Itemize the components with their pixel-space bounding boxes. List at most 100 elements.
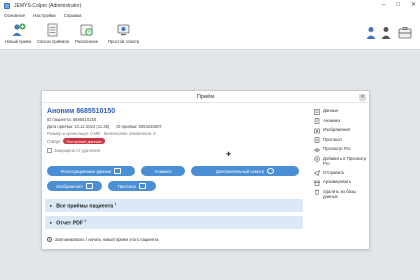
report-pdf-label: Отчет PDF 0	[56, 219, 86, 227]
side-item-archive-label: Архивировать	[323, 179, 351, 184]
schedule-new-visit-link[interactable]: + Запланировать / начать новый приём это…	[47, 237, 158, 242]
side-item-delete-label: Удалить из базы данных	[323, 188, 356, 200]
schedule-new-visit-label: Запланировать / начать новый приём этого…	[55, 237, 159, 242]
side-panel: Данные Анамнез Изображения Протокол Прос…	[314, 108, 370, 203]
toolbar: Новый приём Список приёмов Расписание Пр…	[0, 20, 420, 50]
new-visit-icon	[12, 23, 26, 36]
new-visit-label: Новый приём	[5, 39, 32, 44]
video-call-label: Простой осмотр	[108, 39, 140, 44]
side-item-archive[interactable]: Архивировать	[314, 179, 370, 186]
window-controls: – □ ✕	[382, 0, 416, 11]
delete-icon	[315, 189, 319, 195]
visit-date-id: Дата приёма: 10.12.2024 (11:35) ID приём…	[47, 124, 305, 129]
schedule-icon	[80, 24, 93, 36]
new-visit-button[interactable]: Новый приём	[5, 23, 31, 44]
images-icon	[314, 128, 320, 133]
images-button[interactable]: Изображения	[47, 181, 102, 191]
action-buttons-row-2: Изображения Протокол	[47, 181, 156, 191]
side-item-send-label: Отправить	[323, 169, 345, 175]
all-visits-count: 1	[114, 201, 117, 206]
side-item-add-view-pro[interactable]: Добавить в Просмотр Pro	[314, 156, 370, 167]
side-item-images-label: Изображения	[323, 127, 351, 132]
patient-name: Аноним 8685510150	[47, 108, 116, 115]
report-pdf-count: 0	[84, 218, 87, 223]
window-title: JEMYS-Colpro (Administrator)	[14, 2, 82, 9]
registration-icon	[114, 168, 122, 174]
schedule-button[interactable]: Расписание	[75, 23, 98, 44]
schedule-label: Расписание	[75, 39, 99, 44]
side-item-anamnesis-label: Анамнез	[323, 117, 341, 123]
visit-details: Аноним 8685510150 ID пациента: 868551015…	[47, 108, 305, 153]
side-item-protocol[interactable]: Протокол	[314, 137, 370, 144]
anamnesis-label: Анамнез	[154, 168, 172, 174]
visit-dialog: Приём ✕ Аноним 8685510150 ID пациента: 8…	[41, 90, 370, 250]
side-item-images[interactable]: Изображения	[314, 127, 370, 134]
storage-info: Размер в хранилище: 0 МБ · Количество эл…	[47, 131, 156, 136]
side-item-delete[interactable]: Удалить из базы данных	[314, 189, 370, 200]
side-item-add-view-pro-label: Добавить в Просмотр Pro	[323, 155, 367, 167]
additional-exam-label: Дополнительный осмотр	[215, 168, 265, 174]
add-circle-icon: +	[47, 237, 52, 242]
video-call-button[interactable]: Простой осмотр	[108, 23, 139, 44]
menu-bar: Основное Настройки Справка	[0, 11, 420, 20]
title-bar: JEMYS-Colpro (Administrator) – □ ✕	[0, 0, 420, 11]
users-icon[interactable]	[381, 26, 391, 40]
side-item-data-label: Данные	[323, 108, 339, 113]
protect-checkbox-row[interactable]: Защищено от удаления	[47, 148, 305, 153]
chevron-right-icon: ▸	[50, 202, 53, 208]
report-pdf-accordion[interactable]: ▸ Отчет PDF 0	[45, 216, 303, 229]
dialog-close-icon[interactable]: ✕	[359, 93, 366, 101]
visit-id: ID приёма: 5094233607	[116, 124, 162, 129]
anamnesis-icon	[314, 118, 320, 124]
app-icon	[4, 2, 10, 9]
all-visits-label: Все приёмы пациента 1	[56, 202, 116, 210]
status-row: Статус: Поступают данные	[47, 138, 305, 144]
additional-exam-button[interactable]: Дополнительный осмотр	[191, 166, 299, 176]
archive-icon	[314, 180, 320, 186]
anamnesis-button[interactable]: Анамнез	[141, 166, 185, 176]
side-item-view-pro-label: Просмотр Pro	[323, 146, 351, 151]
all-visits-accordion[interactable]: ▸ Все приёмы пациента 1	[45, 199, 303, 212]
action-buttons-row-1: Регистрационные данные Анамнез Дополните…	[47, 166, 299, 176]
status-badge: Поступают данные	[63, 138, 105, 144]
visit-list-label: Список приёмов	[37, 39, 69, 44]
side-item-view-pro[interactable]: Просмотр Pro	[314, 146, 370, 153]
report-pdf-text: Отчет PDF	[56, 220, 84, 227]
protect-label: Защищено от удаления	[54, 148, 100, 153]
view-pro-icon	[314, 147, 320, 152]
all-visits-text: Все приёмы пациента	[56, 203, 114, 210]
menu-item-help[interactable]: Справка	[64, 13, 82, 18]
images-label: Изображения	[56, 183, 83, 189]
add-view-pro-icon	[314, 156, 320, 162]
tools-icon[interactable]	[398, 26, 412, 40]
visit-list-icon	[47, 23, 58, 37]
protocol-button[interactable]: Протокол	[108, 181, 156, 191]
side-item-data[interactable]: Данные	[314, 108, 370, 115]
maximize-icon[interactable]: □	[396, 0, 400, 11]
visit-list-button[interactable]: Список приёмов	[37, 23, 69, 44]
patient-id: ID пациента: 8685510150	[47, 117, 97, 122]
send-icon	[314, 170, 320, 176]
protocol-label: Протокол	[117, 183, 137, 189]
protect-checkbox[interactable]	[47, 148, 52, 153]
images-icon	[85, 183, 93, 189]
close-icon[interactable]: ✕	[411, 0, 416, 11]
minimize-icon[interactable]: –	[382, 0, 385, 11]
protocol-icon	[139, 183, 147, 189]
dialog-title: Приём	[196, 94, 215, 100]
menu-item-settings[interactable]: Настройки	[33, 13, 56, 18]
doctor-icon[interactable]	[366, 26, 376, 40]
video-call-icon	[117, 24, 130, 36]
registration-data-button[interactable]: Регистрационные данные	[47, 166, 135, 176]
status-label: Статус:	[47, 138, 62, 144]
mouse-cursor-icon: ✚	[226, 152, 232, 158]
protocol-icon	[314, 137, 320, 143]
menu-item-main[interactable]: Основное	[4, 13, 25, 18]
data-icon	[314, 108, 320, 115]
side-item-protocol-label: Протокол	[323, 136, 342, 142]
side-item-anamnesis[interactable]: Анамнез	[314, 118, 370, 125]
registration-data-label: Регистрационные данные	[60, 168, 112, 174]
visit-date: Дата приёма: 10.12.2024 (11:35)	[47, 124, 110, 129]
eye-icon	[267, 168, 275, 174]
side-item-send[interactable]: Отправить	[314, 170, 370, 177]
